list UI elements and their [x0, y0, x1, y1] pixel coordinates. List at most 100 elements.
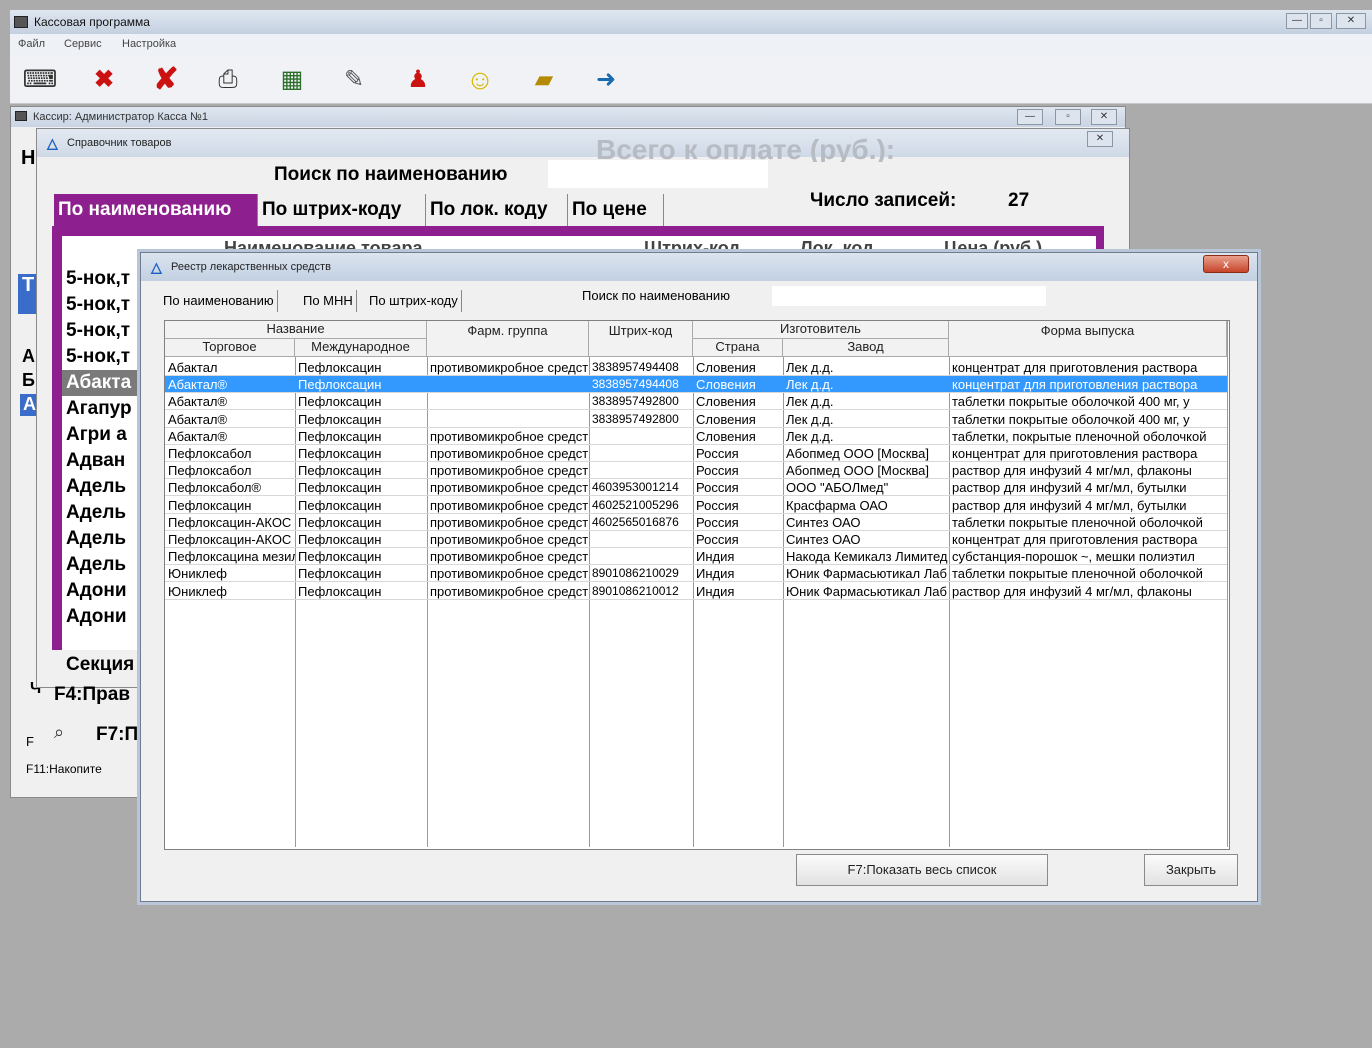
book-icon[interactable]: ✎: [336, 62, 372, 98]
cashier-heading-letter: Н: [21, 147, 36, 169]
col-plant[interactable]: Завод: [783, 339, 949, 357]
cashier-side-letter: А: [22, 346, 35, 366]
table-row[interactable]: Юниклеф Пефлоксацин противомикробное средс…: [165, 583, 1227, 600]
col-international[interactable]: Международное: [295, 339, 427, 357]
table-row[interactable]: Пефлоксацин Пефлоксацин противомикробное с…: [165, 497, 1227, 514]
goods-list-item[interactable]: Адель: [62, 500, 142, 526]
cell-plant: Накода Кемикалз Лимитед: [786, 549, 948, 565]
col-country[interactable]: Страна: [693, 339, 783, 357]
goods-list-item[interactable]: Адони: [62, 578, 142, 604]
calculator-icon[interactable]: ▦: [274, 62, 310, 98]
close-button[interactable]: Закрыть: [1144, 854, 1238, 886]
cash-register-icon[interactable]: ⌨: [22, 62, 58, 98]
cell-barcode: 8901086210012: [592, 583, 679, 598]
goods-search-label: Поиск по наименованию: [274, 164, 508, 185]
cell-barcode: [589, 445, 693, 462]
folder-icon[interactable]: ▰: [526, 62, 562, 98]
cell-pharm-group: противомикробное средство: [430, 463, 589, 479]
table-row[interactable]: Абактал Пефлоксацин противомикробное средс…: [165, 359, 1227, 376]
table-row[interactable]: Пефлоксабол® Пефлоксацин противомикробное …: [165, 479, 1227, 497]
cell-barcode: 3838957494408: [592, 360, 679, 374]
table-row[interactable]: Пефлоксацина мезилатПефлоксацин противоми…: [165, 548, 1227, 566]
goods-list-item[interactable]: Адони: [62, 604, 142, 630]
cell-release-form: раствор для инфузий 4 мг/мл, бутылки: [952, 480, 1187, 496]
table-row[interactable]: Абактал® Пефлоксацин 3838957494408 Словения…: [165, 376, 1227, 394]
toolbar: ⌨ ✖ ✘ ⎙ ▦ ✎ ♟ ☺ ▰ ➜: [10, 56, 1372, 104]
menu-settings[interactable]: Настройка: [122, 38, 176, 50]
goods-list-item[interactable]: Адван: [62, 448, 142, 474]
cell-international: Пефлоксацин: [298, 411, 382, 427]
cell-plant: Красфарма ОАО: [786, 497, 888, 513]
registry-grid: Название Торговое Международное Фарм. гр…: [164, 320, 1230, 850]
col-release-form[interactable]: Форма выпуска: [949, 321, 1227, 357]
col-pharm-group[interactable]: Фарм. группа: [427, 321, 589, 357]
tab-by-price[interactable]: По цене: [568, 194, 664, 226]
goods-list-item[interactable]: 5-нок,т: [62, 292, 142, 318]
delete-x-icon[interactable]: ✘: [148, 62, 184, 98]
cell-plant: Юник Фармасьютикал Лаб: [786, 566, 947, 582]
people-icon[interactable]: ♟: [400, 62, 436, 98]
cell-release-form: концентрат для приготовления раствора: [952, 377, 1198, 393]
cashier-maximize-icon[interactable]: ▫: [1055, 109, 1081, 125]
reg-tab-by-barcode[interactable]: По штрих-коду: [366, 290, 462, 312]
cell-country: Россия: [696, 446, 739, 461]
record-count-label: Число записей:: [810, 190, 957, 211]
cell-international: Пефлоксацин: [298, 532, 382, 547]
col-trade[interactable]: Торговое: [165, 339, 295, 357]
table-row[interactable]: Пефлоксацин-АКОС Пефлоксацин противомикроб…: [165, 514, 1227, 531]
cell-country: Словения: [696, 394, 756, 410]
show-all-button[interactable]: F7:Показать весь список: [796, 854, 1048, 886]
cell-release-form: раствор для инфузий 4 мг/мл, флаконы: [952, 463, 1192, 479]
reg-tab-by-name[interactable]: По наименованию: [160, 290, 278, 312]
goods-warning-icon: △: [47, 135, 58, 151]
goods-list-item[interactable]: 5-нок,т: [62, 266, 142, 292]
table-row[interactable]: Юниклеф Пефлоксацин противомикробное средс…: [165, 565, 1227, 583]
goods-list-item[interactable]: Адель: [62, 526, 142, 552]
close-x-icon[interactable]: ✖: [86, 62, 122, 98]
goods-list-item[interactable]: 5-нок,т: [62, 318, 142, 344]
goods-list-item[interactable]: Агапур: [62, 396, 142, 422]
cashier-close-icon[interactable]: ✕: [1091, 109, 1117, 125]
table-row[interactable]: Абактал® Пефлоксацин противомикробное сред…: [165, 428, 1227, 445]
menu-service[interactable]: Сервис: [64, 38, 102, 50]
cell-country: Россия: [696, 463, 739, 479]
cashier-minimize-icon[interactable]: —: [1017, 109, 1043, 125]
table-row[interactable]: Пефлоксабол Пефлоксацин противомикробное с…: [165, 462, 1227, 480]
table-row[interactable]: Пефлоксацин-АКОС Пефлоксацин противомикроб…: [165, 531, 1227, 548]
table-row[interactable]: Пефлоксабол Пефлоксацин противомикробное с…: [165, 445, 1227, 462]
f4-button[interactable]: F4:Прав: [54, 684, 142, 706]
cell-international: Пефлоксацин: [298, 377, 382, 393]
exit-icon[interactable]: ➜: [588, 62, 624, 98]
col-barcode[interactable]: Штрих-код: [589, 321, 693, 357]
goods-close-icon[interactable]: ✕: [1087, 131, 1113, 147]
goods-list-item[interactable]: Адель: [62, 474, 142, 500]
goods-list-item[interactable]: Адель: [62, 552, 142, 578]
menu-file[interactable]: Файл: [18, 38, 45, 50]
goods-list-item[interactable]: Абакта: [62, 370, 142, 396]
maximize-icon[interactable]: ▫: [1310, 13, 1332, 29]
tab-by-local-code[interactable]: По лок. коду: [426, 194, 568, 226]
goods-search-input[interactable]: [548, 160, 768, 188]
printer-icon[interactable]: ⎙: [210, 62, 246, 98]
menubar: Файл Сервис Настройка: [10, 34, 1372, 56]
goods-list-item[interactable]: Агри а: [62, 422, 142, 448]
table-row[interactable]: Абактал® Пефлоксацин 3838957492800 Словения…: [165, 411, 1227, 428]
registry-close-icon[interactable]: x: [1203, 255, 1249, 273]
goods-list-item[interactable]: 5-нок,т: [62, 344, 142, 370]
tab-by-name[interactable]: По наименованию: [54, 194, 258, 226]
cell-trade: Абактал®: [168, 428, 228, 444]
tab-by-barcode[interactable]: По штрих-коду: [258, 194, 426, 226]
cell-release-form: таблетки покрытые пленочной оболочкой: [952, 566, 1203, 582]
cell-pharm-group: противомикробное средство: [430, 360, 589, 375]
close-icon[interactable]: ✕: [1336, 13, 1366, 29]
col-maker[interactable]: Изготовитель: [693, 321, 949, 339]
table-row[interactable]: Абактал® Пефлоксацин 3838957492800 Словения…: [165, 393, 1227, 411]
minimize-icon[interactable]: —: [1286, 13, 1308, 29]
search-icon[interactable]: ⌕: [54, 722, 76, 744]
cell-plant: Юник Фармасьютикал Лаб: [786, 583, 947, 599]
reg-tab-by-inn[interactable]: По МНН: [300, 290, 357, 312]
col-name[interactable]: Название: [165, 321, 427, 339]
reg-search-input[interactable]: [772, 286, 1046, 306]
smiley-icon[interactable]: ☺: [462, 62, 498, 98]
f7-button[interactable]: F7:П: [96, 724, 142, 746]
